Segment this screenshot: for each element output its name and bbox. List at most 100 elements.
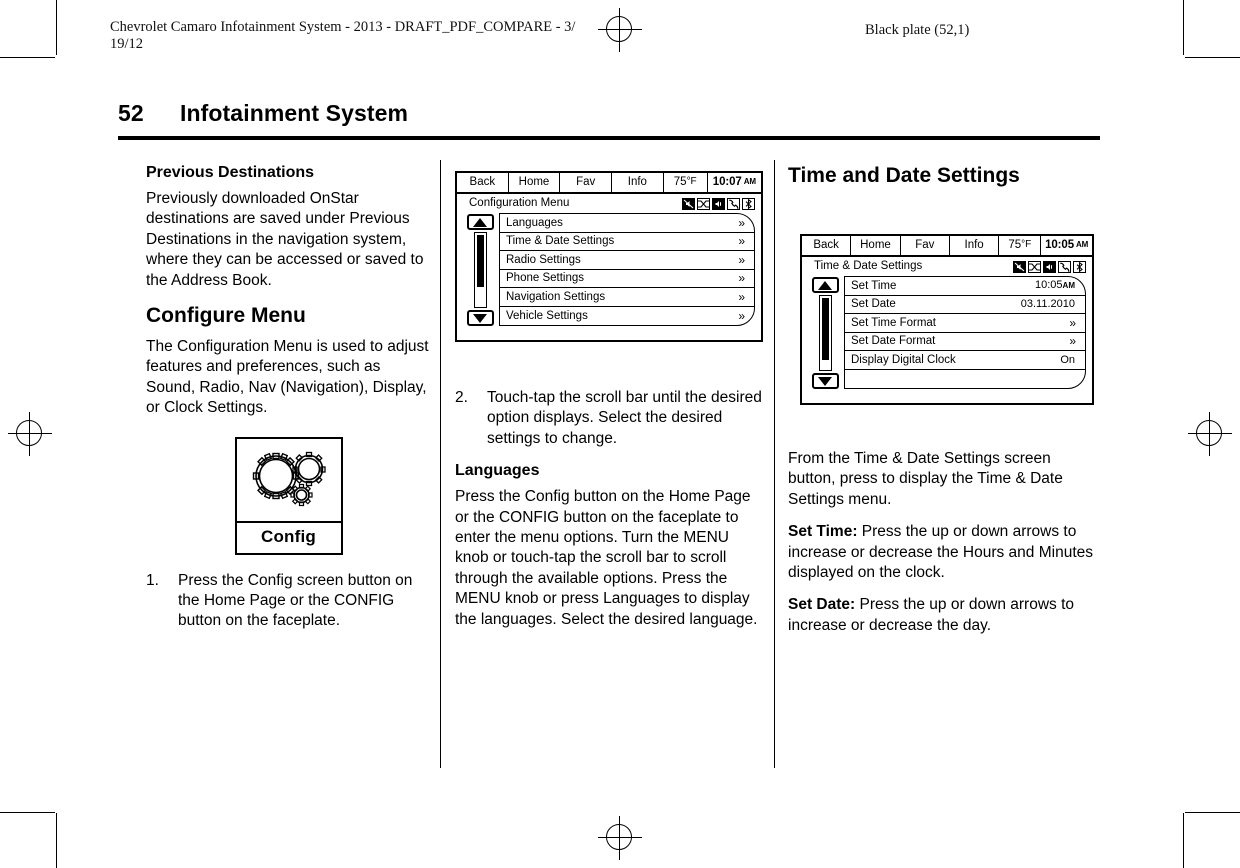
scrollbar-thumb[interactable]	[821, 298, 829, 360]
column-divider-2	[774, 160, 775, 768]
no-audio-icon	[682, 197, 695, 210]
shuffle-icon	[1028, 260, 1041, 273]
scrollbar-track[interactable]	[818, 295, 832, 371]
registration-mark-right	[1188, 412, 1232, 456]
temperature-unit: °F	[686, 176, 697, 188]
screen-button-back[interactable]: Back	[457, 173, 509, 192]
menu-row-set-date[interactable]: Set Date 03.11.2010	[845, 296, 1085, 314]
screen-menu-list: Set Time 10:05AM Set Date 03.11.2010 Set…	[844, 276, 1086, 389]
heading-languages: Languages	[455, 462, 540, 480]
scrollbar-thumb[interactable]	[476, 235, 484, 287]
column-1: Previous Destinations Previously downloa…	[146, 163, 431, 644]
heading-previous-destinations: Previous Destinations	[146, 164, 315, 181]
screen-button-home[interactable]: Home	[509, 173, 561, 192]
menu-row-label: Radio Settings	[506, 253, 581, 266]
screen-button-fav[interactable]: Fav	[901, 236, 950, 255]
step-1-number: 1.	[146, 571, 159, 589]
scroll-down-arrow-button[interactable]	[811, 373, 839, 389]
scrollbar-track[interactable]	[473, 232, 487, 308]
registration-mark-bottom	[598, 816, 642, 860]
menu-row-set-date-format[interactable]: Set Date Format »	[845, 333, 1085, 351]
screen-bottom-padding	[457, 326, 761, 340]
screen-title-row: Time & Date Settings	[802, 257, 1092, 276]
chevron-right-icon: »	[1069, 315, 1076, 330]
page-title-text: Infotainment System	[180, 100, 409, 126]
screen-button-home[interactable]: Home	[851, 236, 901, 255]
crop-mark-bottom-left-h	[0, 812, 55, 813]
menu-row-label: Set Date	[851, 298, 896, 311]
step-2-number: 2.	[455, 389, 468, 406]
page-title: 52 Infotainment System	[118, 100, 1100, 127]
menu-row-set-time[interactable]: Set Time 10:05AM	[845, 277, 1085, 296]
phone-icon	[1058, 260, 1071, 273]
mute-icon	[1043, 260, 1056, 273]
infotainment-screen-time-date-settings: Back Home Fav Info 75 °F 10:05 AM Time & D…	[800, 234, 1094, 405]
menu-row-label: Vehicle Settings	[506, 309, 588, 322]
crop-mark-top-right-h	[1185, 57, 1240, 58]
temperature-unit: °F	[1021, 239, 1032, 251]
heading-time-and-date-settings: Time and Date Settings	[788, 164, 1020, 187]
screen-button-info[interactable]: Info	[612, 173, 664, 192]
chevron-right-icon: »	[738, 271, 745, 286]
set-date-runin-label: Set Date:	[788, 596, 856, 614]
screen-bottom-padding	[802, 389, 1092, 403]
menu-row-phone-settings[interactable]: Phone Settings »	[500, 270, 754, 288]
para-set-date: Set Date: Press the up or down arrows to…	[788, 595, 1100, 636]
menu-row-set-time-format[interactable]: Set Time Format »	[845, 314, 1085, 333]
chevron-right-icon: »	[738, 289, 745, 304]
step-item-2: 2. Touch-tap the scroll bar until the de…	[455, 388, 763, 449]
menu-row-radio-settings[interactable]: Radio Settings »	[500, 251, 754, 270]
menu-row-label: Set Time Format	[851, 316, 936, 329]
clock-ampm: AM	[743, 177, 756, 187]
chevron-right-icon: »	[1069, 334, 1076, 349]
bluetooth-icon	[1073, 260, 1086, 273]
page-number: 52	[118, 100, 144, 126]
screen-scroll-column[interactable]	[465, 213, 495, 326]
scroll-up-arrow-button[interactable]	[811, 277, 839, 293]
screen-body: Languages » Time & Date Settings » Radio…	[457, 213, 761, 326]
screen-button-fav[interactable]: Fav	[560, 173, 613, 192]
no-audio-icon	[1013, 260, 1026, 273]
chevron-right-icon: »	[738, 252, 745, 267]
running-head-right: Black plate (52,1)	[865, 22, 970, 38]
heading-configure-menu: Configure Menu	[146, 304, 306, 328]
para-languages: Press the Config button on the Home Page…	[455, 488, 758, 628]
screen-button-info[interactable]: Info	[950, 236, 1000, 255]
screen-temperature-display: 75 °F	[999, 236, 1042, 255]
crop-mark-top-right-v	[1183, 0, 1184, 55]
bluetooth-icon	[742, 197, 755, 210]
screen-button-back[interactable]: Back	[802, 236, 852, 255]
para-previous-destinations: Previously downloaded OnStar destination…	[146, 190, 424, 289]
menu-row-label: Set Date Format	[851, 335, 936, 348]
screen-title: Time & Date Settings	[814, 260, 923, 273]
crop-mark-bottom-left-v	[56, 813, 57, 868]
clock-time: 10:05	[1045, 239, 1074, 252]
step-2-text: Touch-tap the scroll bar until the desir…	[487, 389, 762, 447]
menu-row-label: Display Digital Clock	[851, 353, 956, 366]
step-item-1: 1. Press the Config screen button on the…	[146, 571, 431, 632]
menu-row-vehicle-settings[interactable]: Vehicle Settings »	[500, 307, 754, 326]
screen-clock-display: 10:07 AM	[708, 173, 761, 192]
menu-row-empty	[845, 370, 1085, 389]
scroll-up-arrow-button[interactable]	[466, 214, 494, 230]
infotainment-screen-configuration-menu: Back Home Fav Info 75 °F 10:07 AM Configur…	[455, 171, 763, 342]
menu-row-display-digital-clock[interactable]: Display Digital Clock On	[845, 351, 1085, 370]
clock-ampm: AM	[1076, 240, 1089, 250]
screen-menu-list: Languages » Time & Date Settings » Radio…	[499, 213, 755, 326]
menu-row-time-date-settings[interactable]: Time & Date Settings »	[500, 233, 754, 251]
screen-status-icons	[1013, 260, 1086, 273]
config-button-caption: Config	[260, 527, 316, 547]
menu-row-languages[interactable]: Languages »	[500, 214, 754, 233]
title-rule	[118, 136, 1100, 140]
registration-mark-top	[598, 8, 642, 52]
gears-icon	[236, 439, 341, 523]
screen-scroll-column[interactable]	[810, 276, 840, 389]
scroll-down-arrow-button[interactable]	[466, 310, 494, 326]
menu-row-label: Time & Date Settings	[506, 235, 615, 248]
screen-status-icons	[682, 197, 755, 210]
menu-row-value: On	[1060, 353, 1075, 366]
menu-row-navigation-settings[interactable]: Navigation Settings »	[500, 288, 754, 307]
column-2: Back Home Fav Info 75 °F 10:07 AM Configur…	[455, 163, 763, 642]
crop-mark-bottom-right-v	[1183, 813, 1184, 868]
menu-row-label: Set Time	[851, 279, 897, 292]
